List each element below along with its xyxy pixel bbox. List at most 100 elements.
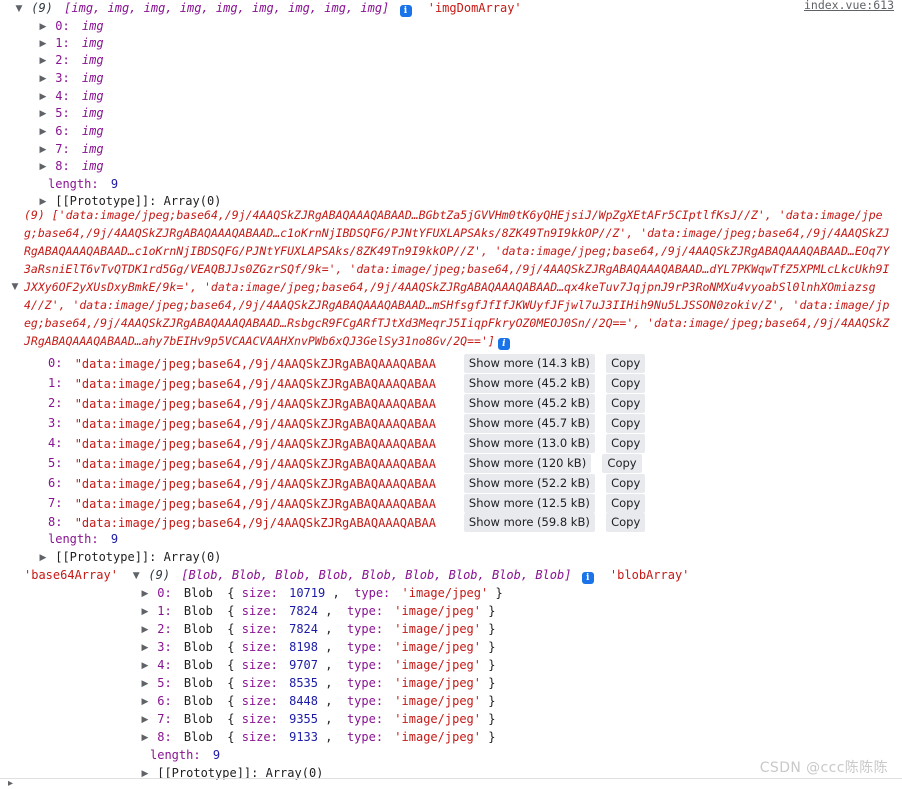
blob-size-key: size: (241, 694, 278, 708)
blob-item-row[interactable]: 4: Blob { size: 9707 , type: 'image/jpeg… (140, 657, 495, 674)
blob-size-value: 10719 (289, 586, 326, 600)
show-more-button[interactable]: Show more (59.8 kB) (463, 513, 595, 532)
copy-button[interactable]: Copy (606, 414, 646, 433)
expand-triangle-icon[interactable] (140, 586, 150, 603)
expand-triangle-icon[interactable] (38, 89, 48, 106)
expand-triangle-icon[interactable] (140, 766, 150, 783)
blob-size-key: size: (241, 676, 278, 690)
show-more-button[interactable]: Show more (45.2 kB) (463, 394, 595, 413)
blob-item-row[interactable]: 0: Blob { size: 10719 , type: 'image/jpe… (140, 585, 502, 603)
string-item-row[interactable]: 6: "data:image/jpeg;base64,/9j/4AAQSkZJR… (48, 474, 646, 493)
string-item-row[interactable]: 7: "data:image/jpeg;base64,/9j/4AAQSkZJR… (48, 494, 646, 513)
array-item-index: 1: (157, 604, 172, 618)
show-more-button[interactable]: Show more (14.3 kB) (463, 354, 595, 373)
expand-triangle-icon[interactable] (140, 730, 150, 747)
blob-type-key: type: (346, 658, 384, 672)
console-prompt-caret[interactable]: ▸ (8, 779, 13, 789)
array-length-row: length: 9 (150, 747, 220, 764)
source-link-index-vue[interactable]: index.vue:613 (804, 0, 894, 12)
string-value-truncated: "data:image/jpeg;base64,/9j/4AAQSkZJRgAB… (74, 397, 436, 411)
length-key: length: (48, 532, 99, 546)
array-item-row[interactable]: 4: img (38, 88, 103, 106)
array-item-row[interactable]: 8: img (38, 158, 103, 176)
expand-triangle-icon[interactable] (10, 278, 20, 296)
info-icon[interactable]: i (399, 5, 412, 17)
expand-triangle-icon[interactable] (14, 1, 24, 18)
info-icon[interactable]: i (497, 338, 510, 350)
expand-triangle-icon[interactable] (140, 694, 150, 711)
array-item-index: 4: (157, 658, 172, 672)
blob-item-row[interactable]: 7: Blob { size: 9355 , type: 'image/jpeg… (140, 711, 495, 728)
array-item-row[interactable]: 3: img (38, 70, 103, 88)
expand-triangle-icon[interactable] (38, 159, 48, 176)
expand-triangle-icon[interactable] (140, 604, 150, 621)
blob-item-row[interactable]: 6: Blob { size: 8448 , type: 'image/jpeg… (140, 693, 495, 710)
string-item-row[interactable]: 8: "data:image/jpeg;base64,/9j/4AAQSkZJR… (48, 513, 646, 532)
expand-triangle-icon[interactable] (140, 676, 150, 693)
copy-button[interactable]: Copy (606, 494, 646, 513)
expand-triangle-icon[interactable] (131, 568, 141, 585)
blob-item-row[interactable]: 2: Blob { size: 7824 , type: 'image/jpeg… (140, 621, 495, 638)
copy-button[interactable]: Copy (606, 434, 646, 453)
expand-triangle-icon[interactable] (38, 142, 48, 159)
string-item-row[interactable]: 2: "data:image/jpeg;base64,/9j/4AAQSkZJR… (48, 394, 646, 413)
array-item-row[interactable]: 1: img (38, 35, 103, 53)
array-item-value: img (81, 106, 104, 120)
console-log-group-header-blob[interactable]: 'base64Array' (9) [Blob, Blob, Blob, Blo… (24, 567, 689, 584)
copy-button[interactable]: Copy (606, 474, 646, 493)
array-count: (9) (148, 568, 171, 582)
base64-array-preview-block[interactable]: (9) ['data:image/jpeg;base64,/9j/4AAQSkZ… (24, 206, 896, 350)
string-item-row[interactable]: 0: "data:image/jpeg;base64,/9j/4AAQSkZJR… (48, 354, 646, 373)
string-item-row[interactable]: 3: "data:image/jpeg;base64,/9j/4AAQSkZJR… (48, 414, 646, 433)
expand-triangle-icon[interactable] (140, 622, 150, 639)
string-value-truncated: "data:image/jpeg;base64,/9j/4AAQSkZJRgAB… (74, 457, 436, 471)
log-label-base64array: 'base64Array' (24, 568, 118, 582)
array-item-value: img (81, 124, 104, 138)
expand-triangle-icon[interactable] (38, 71, 48, 88)
blob-constructor: Blob (183, 622, 213, 636)
prototype-row[interactable]: [[Prototype]]: Array(0) (38, 549, 221, 566)
show-more-button[interactable]: Show more (52.2 kB) (463, 474, 595, 493)
copy-button[interactable]: Copy (606, 513, 646, 532)
array-item-row[interactable]: 0: img (38, 18, 103, 36)
blob-item-row[interactable]: 1: Blob { size: 7824 , type: 'image/jpeg… (140, 603, 495, 620)
expand-triangle-icon[interactable] (38, 36, 48, 53)
array-count: (9) (31, 1, 53, 15)
array-item-row[interactable]: 6: img (38, 123, 104, 141)
array-item-row[interactable]: 7: img (38, 141, 103, 159)
blob-item-row[interactable]: 5: Blob { size: 8535 , type: 'image/jpeg… (140, 675, 495, 692)
blob-constructor: Blob (183, 658, 213, 672)
copy-button[interactable]: Copy (606, 394, 646, 413)
show-more-button[interactable]: Show more (120 kB) (463, 454, 592, 473)
string-item-row[interactable]: 5: "data:image/jpeg;base64,/9j/4AAQSkZJR… (48, 454, 642, 473)
array-item-row[interactable]: 2: img (38, 52, 103, 70)
blob-item-row[interactable]: 3: Blob { size: 8198 , type: 'image/jpeg… (140, 639, 495, 656)
copy-button[interactable]: Copy (602, 454, 642, 473)
expand-triangle-icon[interactable] (38, 550, 48, 567)
blob-type-value: 'image/jpeg' (394, 658, 481, 672)
blob-size-key: size: (241, 712, 278, 726)
expand-triangle-icon[interactable] (38, 19, 48, 36)
array-length-row: length: 9 (48, 176, 118, 193)
expand-triangle-icon[interactable] (140, 658, 150, 675)
expand-triangle-icon[interactable] (140, 640, 150, 657)
expand-triangle-icon[interactable] (38, 53, 48, 70)
show-more-button[interactable]: Show more (13.0 kB) (463, 434, 595, 453)
info-icon[interactable]: i (581, 572, 594, 584)
show-more-button[interactable]: Show more (45.2 kB) (463, 374, 595, 393)
copy-button[interactable]: Copy (606, 354, 646, 373)
string-item-row[interactable]: 1: "data:image/jpeg;base64,/9j/4AAQSkZJR… (48, 374, 646, 393)
prototype-row[interactable]: [[Prototype]]: Array(0) (140, 765, 323, 782)
blob-constructor: Blob (183, 676, 213, 690)
copy-button[interactable]: Copy (606, 374, 646, 393)
array-item-row[interactable]: 5: img (38, 105, 104, 123)
expand-triangle-icon[interactable] (38, 124, 48, 141)
console-log-group-header[interactable]: (9) [img, img, img, img, img, img, img, … (14, 0, 522, 17)
array-item-index: 3: (157, 640, 172, 654)
expand-triangle-icon[interactable] (38, 106, 48, 123)
string-item-row[interactable]: 4: "data:image/jpeg;base64,/9j/4AAQSkZJR… (48, 434, 646, 453)
blob-item-row[interactable]: 8: Blob { size: 9133 , type: 'image/jpeg… (140, 729, 495, 746)
expand-triangle-icon[interactable] (140, 712, 150, 729)
show-more-button[interactable]: Show more (45.7 kB) (463, 414, 595, 433)
show-more-button[interactable]: Show more (12.5 kB) (463, 494, 595, 513)
